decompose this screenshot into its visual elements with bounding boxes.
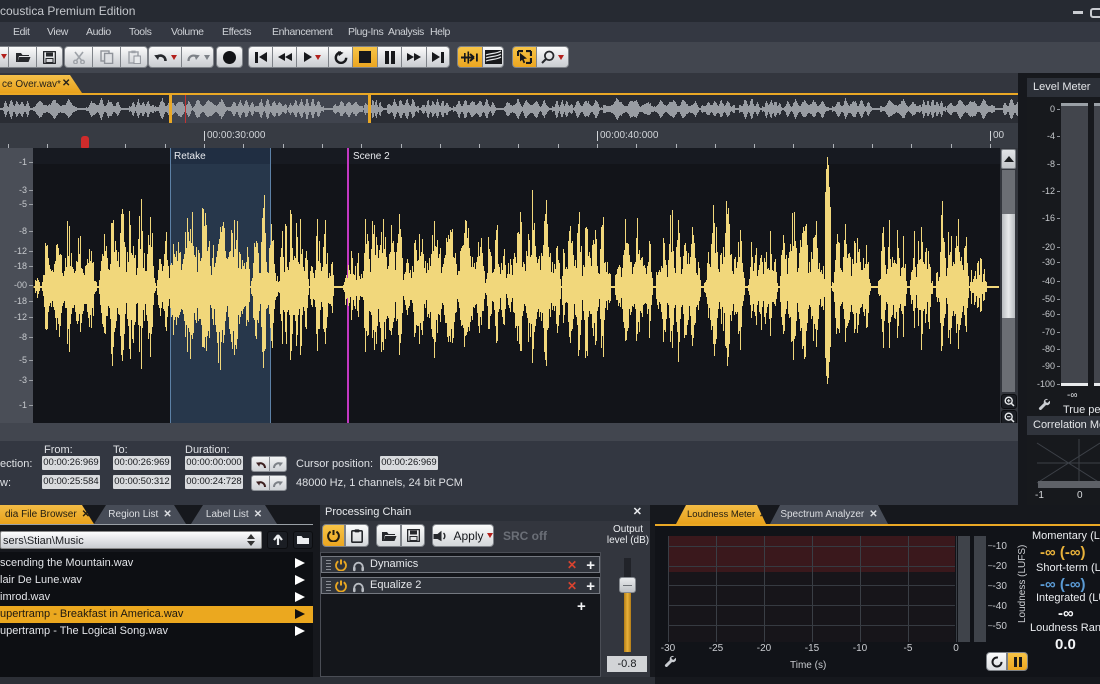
svg-text:-1: -1 — [1035, 490, 1044, 501]
svg-text:0: 0 — [1077, 490, 1083, 501]
